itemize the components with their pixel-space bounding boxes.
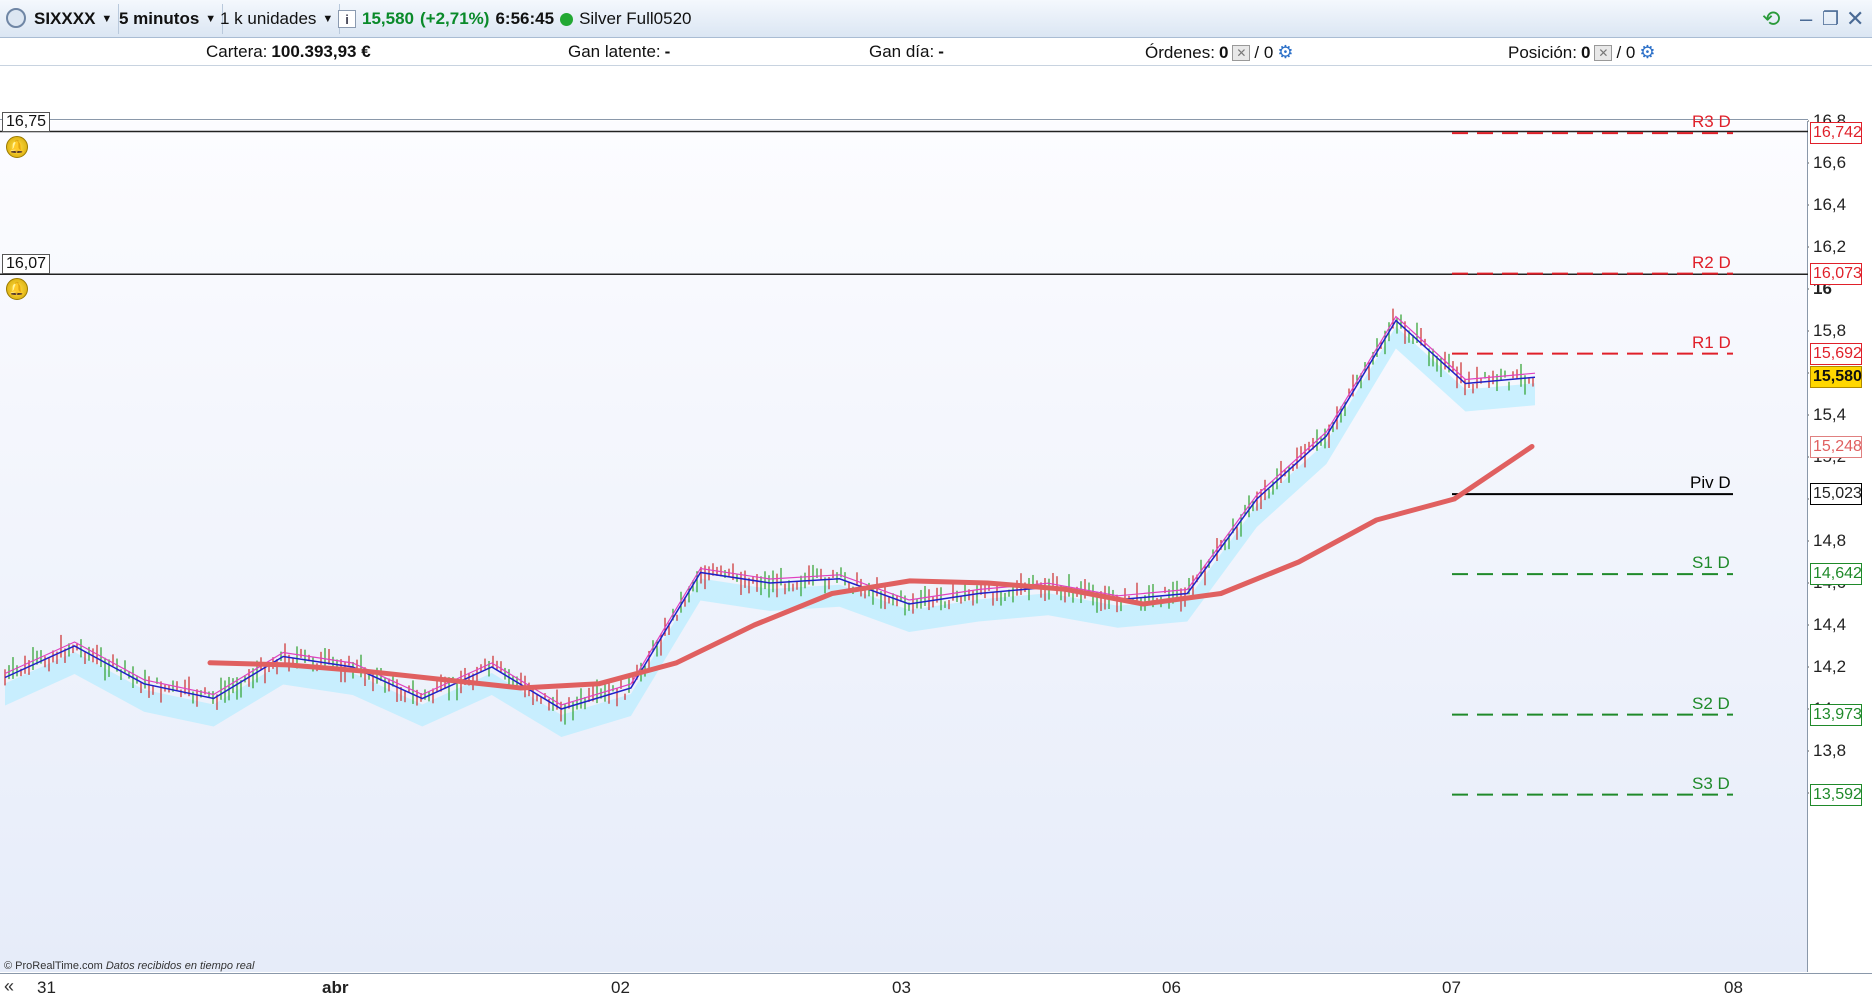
chart-canvas (0, 120, 1815, 980)
scroll-left-icon[interactable]: « (4, 976, 14, 997)
y-tick-label: 16,2 (1813, 237, 1847, 256)
x-tick-label: 08 (1724, 978, 1743, 997)
pivot-value-label: 14,642 (1810, 563, 1862, 586)
time-axis[interactable] (0, 973, 1872, 1000)
x-tick-label: abr (322, 978, 349, 997)
pivot-value-label: 15,692 (1810, 342, 1862, 365)
moving-average-label: 15,248 (1810, 435, 1862, 458)
pivot-name: Piv D (1690, 473, 1731, 493)
moving-average-line (207, 444, 1535, 691)
price-line (4, 319, 1536, 710)
alert-label[interactable]: 16,75 (2, 111, 50, 132)
y-tick-label: 16,4 (1813, 195, 1847, 214)
y-tick-label: 14,4 (1813, 615, 1847, 634)
credit-label: © ProRealTime.com (4, 960, 103, 972)
y-tick-label: 14,8 (1813, 531, 1847, 550)
credit-text: © ProRealTime.com Datos recibidos en tie… (4, 960, 254, 972)
pivot-name: S2 D (1692, 693, 1730, 713)
pivot-value-label: 16,742 (1810, 122, 1862, 145)
x-tick-label: 31 (37, 978, 56, 997)
y-tick-label: 16,6 (1813, 153, 1847, 172)
bell-icon[interactable]: 🔔 (6, 135, 28, 158)
x-tick-label: 06 (1162, 978, 1181, 997)
y-tick-label: 14,2 (1813, 657, 1847, 676)
pivot-name: R3 D (1692, 112, 1731, 132)
pivot-value-label: 15,023 (1810, 483, 1862, 506)
x-tick-label: 03 (892, 978, 911, 997)
y-tick-label: 15,4 (1813, 405, 1847, 424)
fast-line (4, 315, 1536, 706)
pivot-name: S3 D (1692, 773, 1730, 793)
y-tick-label: 13,8 (1813, 741, 1847, 760)
credit-note: Datos recibidos en tiempo real (105, 960, 255, 972)
current-price-label: 15,580 (1810, 366, 1862, 389)
pivot-value-label: 16,073 (1810, 262, 1862, 285)
y-tick-label: 15,8 (1813, 321, 1847, 340)
pivot-name: R2 D (1692, 252, 1731, 272)
alert-label[interactable]: 16,07 (2, 254, 50, 275)
x-tick-label: 02 (611, 978, 630, 997)
ichimoku-cloud (5, 326, 1535, 737)
x-tick-label: 07 (1442, 978, 1461, 997)
pivot-value-label: 13,592 (1810, 783, 1862, 806)
pivot-value-label: 13,973 (1810, 703, 1862, 726)
pivot-name: S1 D (1692, 553, 1730, 573)
pivot-name: R1 D (1692, 332, 1731, 352)
